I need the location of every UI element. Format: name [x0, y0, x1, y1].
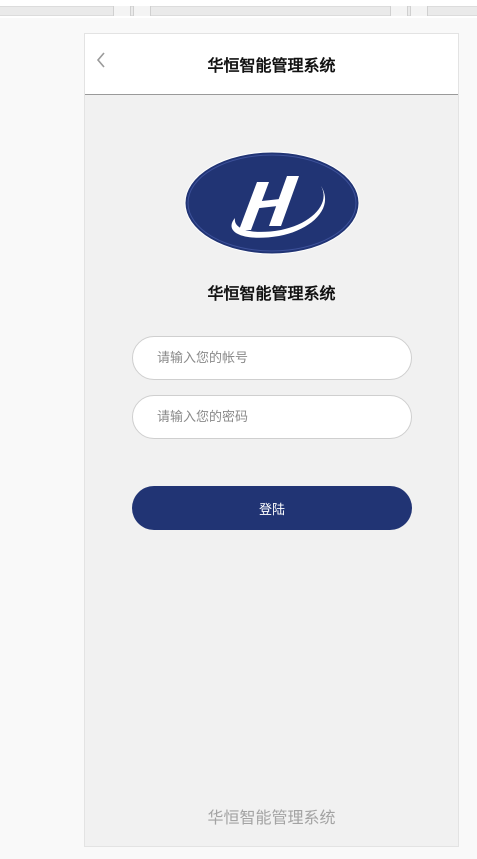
- brand-name: 华恒智能管理系统: [207, 284, 336, 303]
- browser-top-strip: [0, 0, 477, 18]
- footer-text: 华恒智能管理系统: [207, 808, 336, 827]
- toolbar-segment: [113, 6, 131, 16]
- toolbar-segment: [133, 6, 151, 16]
- mobile-viewport: 华恒智能管理系统 华恒智能管理系统 登陆 华恒智能管理系统: [84, 33, 459, 847]
- password-input[interactable]: [132, 395, 412, 439]
- login-button[interactable]: 登陆: [132, 486, 412, 530]
- page-title: 华恒智能管理系统: [207, 56, 336, 75]
- toolbar-segment: [390, 6, 408, 16]
- company-logo: [183, 150, 361, 256]
- account-input[interactable]: [132, 336, 412, 380]
- toolbar-segment: [410, 6, 428, 16]
- navigation-bar: 华恒智能管理系统: [85, 34, 458, 95]
